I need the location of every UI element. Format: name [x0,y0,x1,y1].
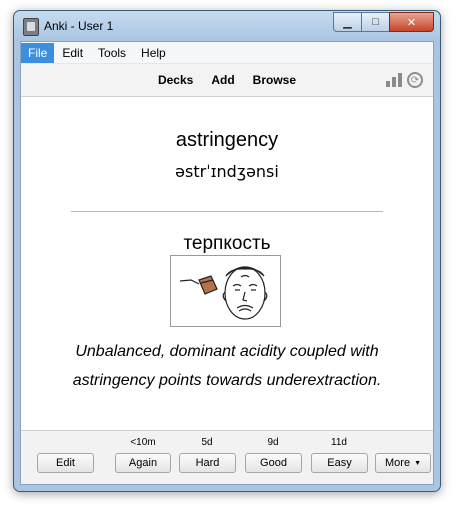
easy-button[interactable]: Easy [311,453,368,473]
edit-button-label: Edit [56,457,75,469]
browse-link[interactable]: Browse [253,73,296,87]
again-button-label: Again [128,457,158,469]
card-word: astringency [175,129,279,151]
close-icon: ✕ [406,16,417,29]
main-area: File Edit Tools Help Decks Add Browse ⟳ … [20,41,434,485]
menu-bar: File Edit Tools Help [21,42,433,64]
card-pronunciation: əstrˈɪndʒənsi [175,162,279,181]
card-translation: терпкость [183,233,271,254]
good-button-label: Good [260,457,287,469]
anki-app-icon [23,18,39,36]
menu-edit[interactable]: Edit [55,43,90,63]
sync-icon[interactable]: ⟳ [407,72,423,88]
edit-button[interactable]: Edit [37,453,94,473]
minimize-button[interactable]: ▁ [333,12,362,32]
card-view: astringency əstrˈɪndʒənsi терпкость Unba… [21,97,433,431]
sour-face-image [170,255,281,327]
decks-link[interactable]: Decks [158,73,193,87]
window-title: Anki - User 1 [44,19,114,33]
toolbar-links: Decks Add Browse [21,73,433,87]
answer-divider [71,211,383,212]
again-interval: <10m [130,437,156,448]
easy-button-label: Easy [327,457,352,469]
more-button[interactable]: More ▼ [375,453,431,473]
maximize-button[interactable]: □ [361,12,390,32]
top-toolbar: Decks Add Browse ⟳ [21,64,433,97]
dropdown-arrow-icon: ▼ [414,459,421,467]
interval-labels: <10m 5d 9d 11d [21,437,433,451]
hard-interval: 5d [201,437,213,448]
anki-window: Anki - User 1 ▁ □ ✕ File Edit Tools Help… [13,10,441,492]
again-button[interactable]: Again [115,453,171,473]
example-sentence: Unbalanced, dominant acidity coupled wit… [72,343,382,389]
good-button[interactable]: Good [245,453,302,473]
title-bar[interactable]: Anki - User 1 ▁ □ ✕ [14,11,440,41]
menu-file[interactable]: File [21,42,55,63]
answer-bar: <10m 5d 9d 11d Edit Again Hard Good Easy… [21,430,433,484]
stats-icon[interactable] [385,72,403,88]
hard-button[interactable]: Hard [179,453,236,473]
menu-tools[interactable]: Tools [91,43,133,63]
caption-buttons: ▁ □ ✕ [333,12,434,32]
good-interval: 9d [267,437,279,448]
maximize-icon: □ [372,16,379,28]
menu-help[interactable]: Help [134,43,173,63]
add-link[interactable]: Add [211,73,234,87]
easy-interval: 11d [331,437,347,448]
more-button-label: More [385,457,411,469]
hard-button-label: Hard [195,457,220,469]
close-button[interactable]: ✕ [389,12,434,32]
minimize-icon: ▁ [343,16,352,29]
